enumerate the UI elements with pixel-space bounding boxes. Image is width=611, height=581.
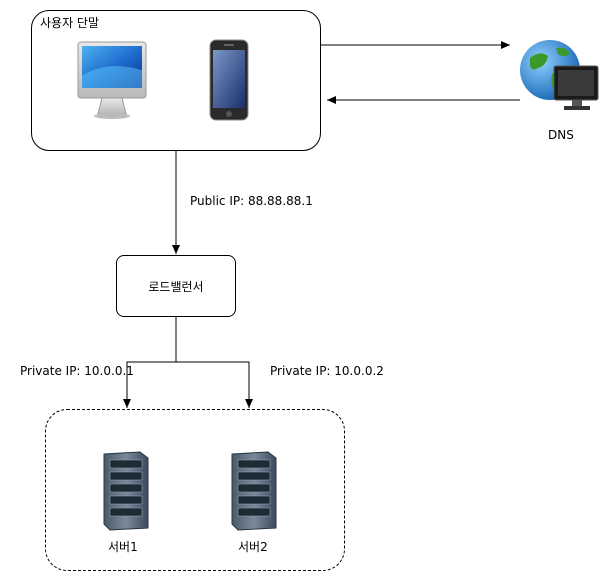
server-rack-icon [103,451,149,531]
private-ip-1-label: Private IP: 10.0.0.1 [20,364,134,378]
public-ip-label: Public IP: 88.88.88.1 [190,194,313,208]
globe-monitor-icon [520,40,599,110]
server-rack-icon [231,451,277,531]
dns-label: DNS [548,128,574,142]
private-ip-2-label: Private IP: 10.0.0.2 [270,364,384,378]
desktop-computer-icon [77,41,147,119]
load-balancer-label: 로드밸런서 [148,280,204,294]
lb-to-server1-arrow [123,317,177,408]
server1-label: 서버1 [108,540,138,554]
lb-to-server2-arrow [176,361,253,408]
server-group [45,409,345,571]
client-group-label: 사용자 단말 [40,16,100,30]
smartphone-icon [209,39,249,121]
server2-label: 서버2 [238,540,268,554]
client-group [31,10,321,151]
